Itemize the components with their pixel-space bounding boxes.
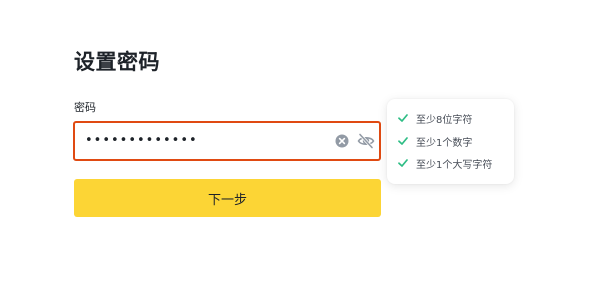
eye-slash-icon[interactable] [357, 133, 375, 149]
requirement-label: 至少1个数字 [416, 137, 473, 149]
check-icon [398, 159, 408, 167]
password-input[interactable] [85, 123, 325, 159]
requirement-min-length: 至少8位字符 [398, 110, 472, 126]
clear-circle-icon[interactable] [335, 134, 349, 148]
requirement-label: 至少1个大写字符 [416, 159, 493, 171]
check-icon [398, 137, 408, 145]
page-title: 设置密码 [74, 50, 160, 74]
requirement-uppercase: 至少1个大写字符 [398, 155, 492, 171]
password-field[interactable] [73, 121, 381, 161]
requirement-label: 至少8位字符 [416, 114, 473, 126]
password-label: 密码 [74, 101, 96, 114]
password-requirements-popover: 至少8位字符 至少1个数字 至少1个大写字符 [387, 99, 514, 184]
requirement-digit: 至少1个数字 [398, 133, 472, 149]
check-icon [398, 114, 408, 122]
next-step-button[interactable]: 下一步 [74, 179, 381, 217]
